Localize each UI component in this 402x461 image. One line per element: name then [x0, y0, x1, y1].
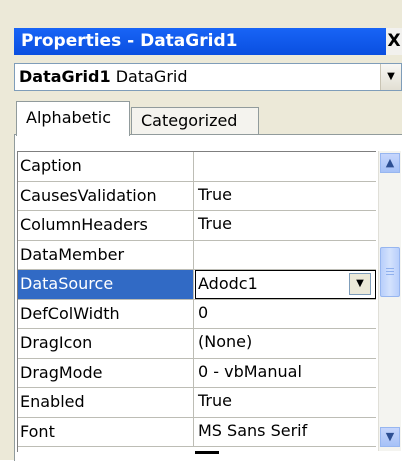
- partial-row-fragment: [195, 451, 219, 454]
- vertical-scrollbar[interactable]: ▲ ▼: [378, 151, 401, 451]
- property-name: Enabled: [18, 388, 194, 417]
- property-name: Caption: [18, 152, 194, 181]
- object-selector[interactable]: DataGrid1 DataGrid ▼: [14, 63, 402, 91]
- property-name: DataSource: [18, 270, 194, 299]
- dropdown-arrow-icon[interactable]: ▼: [349, 273, 371, 295]
- property-value[interactable]: [195, 152, 376, 181]
- object-name: DataGrid1: [19, 67, 111, 86]
- property-value-text: Adodc1: [198, 274, 258, 293]
- property-row[interactable]: Font MS Sans Serif: [18, 417, 376, 447]
- property-value-text: MS Sans Serif: [198, 420, 308, 440]
- property-value[interactable]: 0 - vbManual: [195, 358, 376, 387]
- property-row[interactable]: CausesValidation True: [18, 181, 376, 211]
- property-value-text: True: [198, 184, 232, 204]
- property-value[interactable]: [195, 240, 376, 269]
- property-value-text: 0: [198, 302, 209, 322]
- property-value-text: True: [198, 214, 232, 233]
- property-value[interactable]: True: [195, 388, 376, 417]
- property-name: CausesValidation: [18, 181, 194, 210]
- object-type: DataGrid: [115, 67, 188, 86]
- property-name: DragIcon: [18, 329, 194, 358]
- property-name: DefColWidth: [18, 299, 194, 328]
- tab-alphabetic[interactable]: Alphabetic: [16, 101, 130, 136]
- property-name: DataMember: [18, 240, 194, 269]
- property-value-text: 0 - vbManual: [198, 361, 302, 381]
- property-grid: Caption CausesValidation True ColumnHeaders…: [17, 151, 376, 452]
- chevron-down-icon[interactable]: ▼: [380, 64, 401, 90]
- property-value-text: (None): [198, 332, 253, 351]
- property-value[interactable]: Adodc1 ▼: [195, 270, 376, 299]
- property-row[interactable]: Caption: [18, 152, 376, 182]
- property-name: ColumnHeaders: [18, 211, 194, 240]
- property-row[interactable]: ColumnHeaders True: [18, 211, 376, 241]
- property-value-text: True: [198, 391, 232, 410]
- scrollbar-thumb[interactable]: [380, 247, 400, 297]
- properties-window: Properties - DataGrid1 X DataGrid1 DataG…: [0, 0, 402, 461]
- property-value[interactable]: 0: [195, 299, 376, 328]
- property-row[interactable]: Enabled True: [18, 388, 376, 418]
- property-row[interactable]: DataMember: [18, 240, 376, 270]
- arrow-up-icon[interactable]: ▲: [380, 153, 400, 173]
- property-name: DragMode: [18, 358, 194, 387]
- property-row[interactable]: DragMode 0 - vbManual: [18, 358, 376, 388]
- property-value[interactable]: True: [195, 181, 376, 210]
- property-row[interactable]: DefColWidth 0: [18, 299, 376, 329]
- property-value[interactable]: (None): [195, 329, 376, 358]
- property-row[interactable]: DataSource Adodc1 ▼: [18, 270, 376, 300]
- property-value[interactable]: MS Sans Serif: [195, 417, 376, 446]
- property-name: Font: [18, 417, 194, 446]
- property-row[interactable]: DragIcon (None): [18, 329, 376, 359]
- property-value[interactable]: True: [195, 211, 376, 240]
- arrow-down-icon[interactable]: ▼: [380, 427, 400, 447]
- tab-categorized[interactable]: Categorized: [131, 107, 259, 135]
- window-title: Properties - DataGrid1: [14, 28, 402, 55]
- close-button[interactable]: X: [386, 28, 402, 55]
